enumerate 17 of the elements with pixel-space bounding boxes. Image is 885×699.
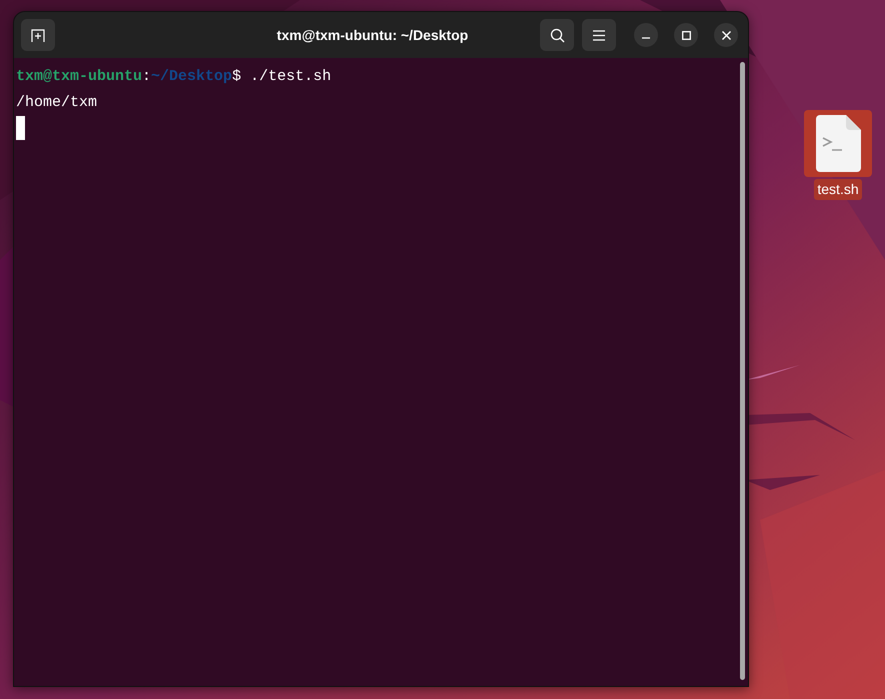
close-button[interactable]	[714, 23, 738, 47]
search-icon	[550, 28, 564, 42]
maximize-button[interactable]	[674, 23, 698, 47]
file-icon[interactable]	[804, 110, 872, 177]
terminal-line: /home/txm	[16, 93, 98, 113]
file-label: test.sh	[814, 179, 862, 200]
new-tab-button[interactable]	[21, 19, 55, 51]
close-icon	[722, 30, 730, 40]
minimize-button[interactable]	[634, 23, 658, 47]
window-title: txm@txm-ubuntu: ~/Desktop	[276, 26, 468, 45]
script-file-icon	[816, 115, 860, 172]
menu-icon	[593, 30, 605, 40]
terminal-line: txm@txm-ubuntu:~/Desktop$ ./test.sh	[16, 67, 332, 87]
menu-button[interactable]	[582, 19, 616, 51]
search-button[interactable]	[540, 19, 574, 51]
maximize-icon	[682, 30, 690, 40]
new-tab-icon	[31, 28, 45, 42]
